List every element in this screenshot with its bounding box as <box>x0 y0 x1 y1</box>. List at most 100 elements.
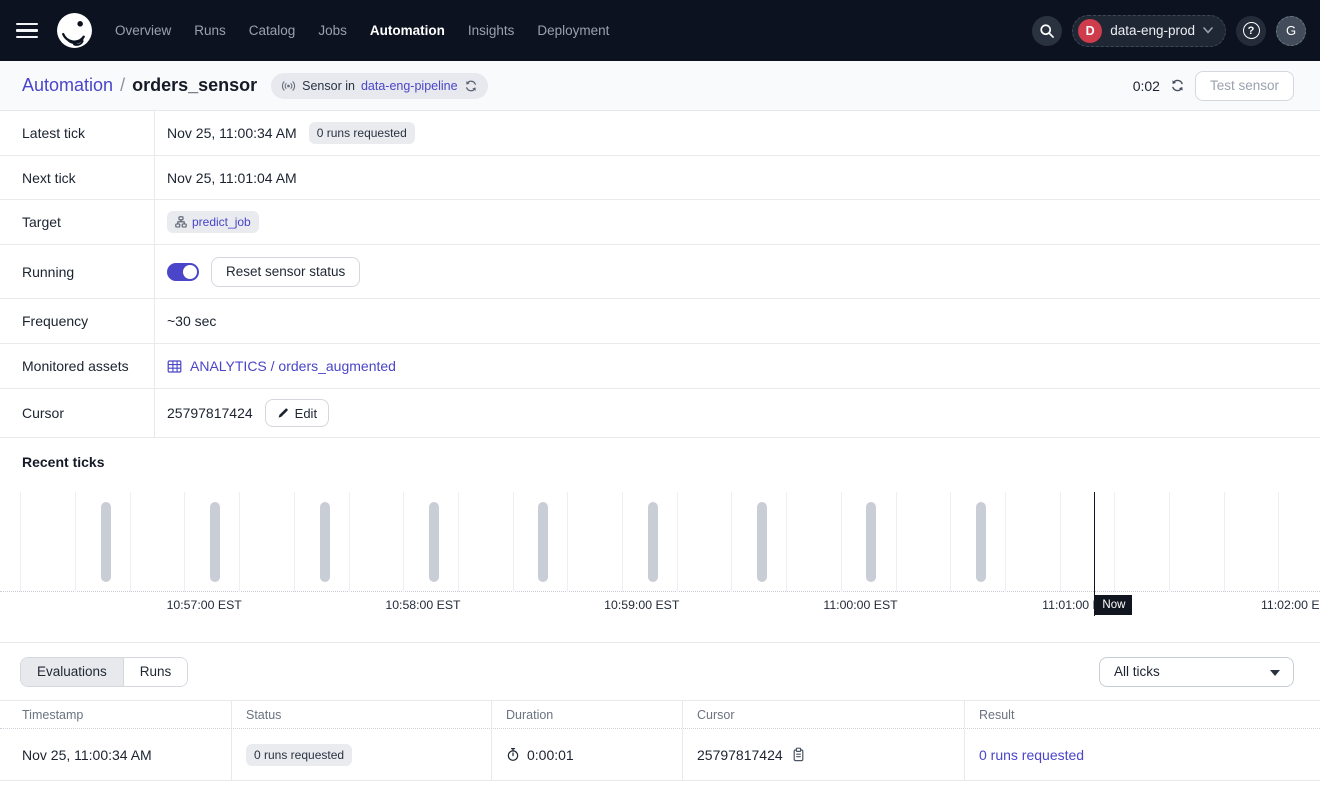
history-toolbar: Evaluations Runs All ticks <box>0 643 1320 700</box>
timeline-gridline <box>239 492 240 592</box>
job-icon <box>175 216 187 228</box>
page-title: orders_sensor <box>132 75 257 96</box>
nav-item-deployment[interactable]: Deployment <box>537 23 609 38</box>
frequency-label: Frequency <box>0 299 155 343</box>
column-header-cursor: Cursor <box>683 701 965 728</box>
chevron-down-icon <box>1203 27 1213 34</box>
row-duration: 0:00:01 <box>527 747 574 763</box>
next-tick-label: Next tick <box>0 156 155 199</box>
nav-item-catalog[interactable]: Catalog <box>249 23 296 38</box>
deployment-switcher[interactable]: D data-eng-prod <box>1072 15 1226 47</box>
latest-tick-label: Latest tick <box>0 111 155 155</box>
dagster-app: Overview Runs Catalog Jobs Automation In… <box>0 0 1320 786</box>
timeline-gridline <box>349 492 350 592</box>
avatar[interactable]: G <box>1276 16 1306 46</box>
timeline-gridline <box>841 492 842 592</box>
search-button[interactable] <box>1032 16 1062 46</box>
sensor-tick-bar[interactable] <box>210 502 220 582</box>
timeline-axis-label: 10:57:00 EST <box>167 598 242 612</box>
timeline-gridline <box>896 492 897 592</box>
next-tick-row: Next tick Nov 25, 11:01:04 AM <box>0 156 1320 200</box>
tab-evaluations[interactable]: Evaluations <box>21 658 123 686</box>
column-header-duration: Duration <box>492 701 683 728</box>
reload-location-icon[interactable] <box>464 79 478 93</box>
timeline-gridline <box>1005 492 1006 592</box>
row-status-badge: 0 runs requested <box>246 744 352 766</box>
code-location-link[interactable]: data-eng-pipeline <box>361 79 458 93</box>
refresh-icon[interactable] <box>1170 78 1185 93</box>
sensor-tick-bar[interactable] <box>648 502 658 582</box>
reset-sensor-status-button[interactable]: Reset sensor status <box>211 257 360 287</box>
latest-tick-status-badge: 0 runs requested <box>309 122 415 144</box>
running-row: Running Reset sensor status <box>0 245 1320 299</box>
frequency-value: ~30 sec <box>167 313 216 329</box>
timeline-axis-label: 10:58:00 EST <box>385 598 460 612</box>
nav-item-insights[interactable]: Insights <box>468 23 515 38</box>
cursor-value: 25797817424 <box>167 405 253 421</box>
target-row: Target predict_job <box>0 200 1320 245</box>
next-tick-value: Nov 25, 11:01:04 AM <box>167 170 297 186</box>
timeline-gridline <box>1224 492 1225 592</box>
monitored-asset-link[interactable]: ANALYTICS / orders_augmented <box>190 358 396 374</box>
sensor-tick-bar[interactable] <box>320 502 330 582</box>
nav-item-runs[interactable]: Runs <box>194 23 226 38</box>
tick-status-filter[interactable]: All ticks <box>1099 657 1294 687</box>
nav-right-cluster: D data-eng-prod ? G <box>1032 15 1306 47</box>
sensor-tick-bar[interactable] <box>976 502 986 582</box>
tab-runs[interactable]: Runs <box>123 658 188 686</box>
sensor-tick-bar[interactable] <box>757 502 767 582</box>
sensor-tick-bar[interactable] <box>101 502 111 582</box>
search-icon <box>1039 23 1055 39</box>
timeline-gridline <box>731 492 732 592</box>
timeline-gridline <box>20 492 21 592</box>
page-header: Automation / orders_sensor Sensor in dat… <box>0 61 1320 111</box>
refresh-countdown: 0:02 <box>1133 78 1160 94</box>
timeline-gridline <box>567 492 568 592</box>
row-timestamp: Nov 25, 11:00:34 AM <box>0 729 232 780</box>
asset-table-icon <box>167 359 182 374</box>
dagster-logo-icon[interactable] <box>56 12 93 49</box>
monitored-assets-label: Monitored assets <box>0 344 155 388</box>
timeline-gridline <box>677 492 678 592</box>
row-result-link[interactable]: 0 runs requested <box>979 747 1084 763</box>
sensor-tick-bar[interactable] <box>429 502 439 582</box>
breadcrumb-automation-link[interactable]: Automation <box>22 75 113 96</box>
timeline-gridline <box>458 492 459 592</box>
timeline-gridline <box>403 492 404 592</box>
now-tooltip: Now <box>1095 595 1132 615</box>
timeline-gridline <box>130 492 131 592</box>
target-job-link[interactable]: predict_job <box>192 215 251 229</box>
column-header-status: Status <box>232 701 492 728</box>
target-job-chip[interactable]: predict_job <box>167 211 259 233</box>
recent-ticks-section: Recent ticks 10:57:00 EST10:58:00 EST10:… <box>0 438 1320 643</box>
timeline-axis-label: 11:02:00 EST <box>1261 598 1320 612</box>
recent-ticks-timeline: 10:57:00 EST10:58:00 EST10:59:00 EST11:0… <box>0 492 1320 616</box>
sensor-location-badge: Sensor in data-eng-pipeline <box>271 73 487 99</box>
frequency-row: Frequency ~30 sec <box>0 299 1320 344</box>
timeline-gridline <box>1169 492 1170 592</box>
edit-cursor-label: Edit <box>295 406 317 421</box>
test-sensor-button[interactable]: Test sensor <box>1195 71 1294 101</box>
monitored-assets-row: Monitored assets ANALYTICS / orders_augm… <box>0 344 1320 389</box>
help-button[interactable]: ? <box>1236 16 1266 46</box>
timeline-gridline <box>1114 492 1115 592</box>
nav-menu: Overview Runs Catalog Jobs Automation In… <box>115 23 609 38</box>
sensor-tick-bar[interactable] <box>866 502 876 582</box>
timeline-grid-area <box>0 492 1320 592</box>
sensor-badge-text: Sensor in <box>302 79 355 93</box>
nav-item-overview[interactable]: Overview <box>115 23 171 38</box>
nav-item-jobs[interactable]: Jobs <box>318 23 347 38</box>
nav-item-automation[interactable]: Automation <box>370 23 445 38</box>
deployment-badge: D <box>1078 19 1102 43</box>
hamburger-menu-icon[interactable] <box>16 18 42 44</box>
running-toggle[interactable] <box>167 263 199 281</box>
target-label: Target <box>0 200 155 244</box>
history-tab-group: Evaluations Runs <box>20 657 188 687</box>
sensor-tick-bar[interactable] <box>538 502 548 582</box>
copy-icon[interactable] <box>792 747 805 762</box>
cursor-label: Cursor <box>0 389 155 437</box>
edit-cursor-button[interactable]: Edit <box>265 399 329 427</box>
breadcrumb-separator: / <box>120 75 125 96</box>
table-row: Nov 25, 11:00:34 AM 0 runs requested 0:0… <box>0 729 1320 781</box>
recent-ticks-title: Recent ticks <box>22 454 1320 474</box>
